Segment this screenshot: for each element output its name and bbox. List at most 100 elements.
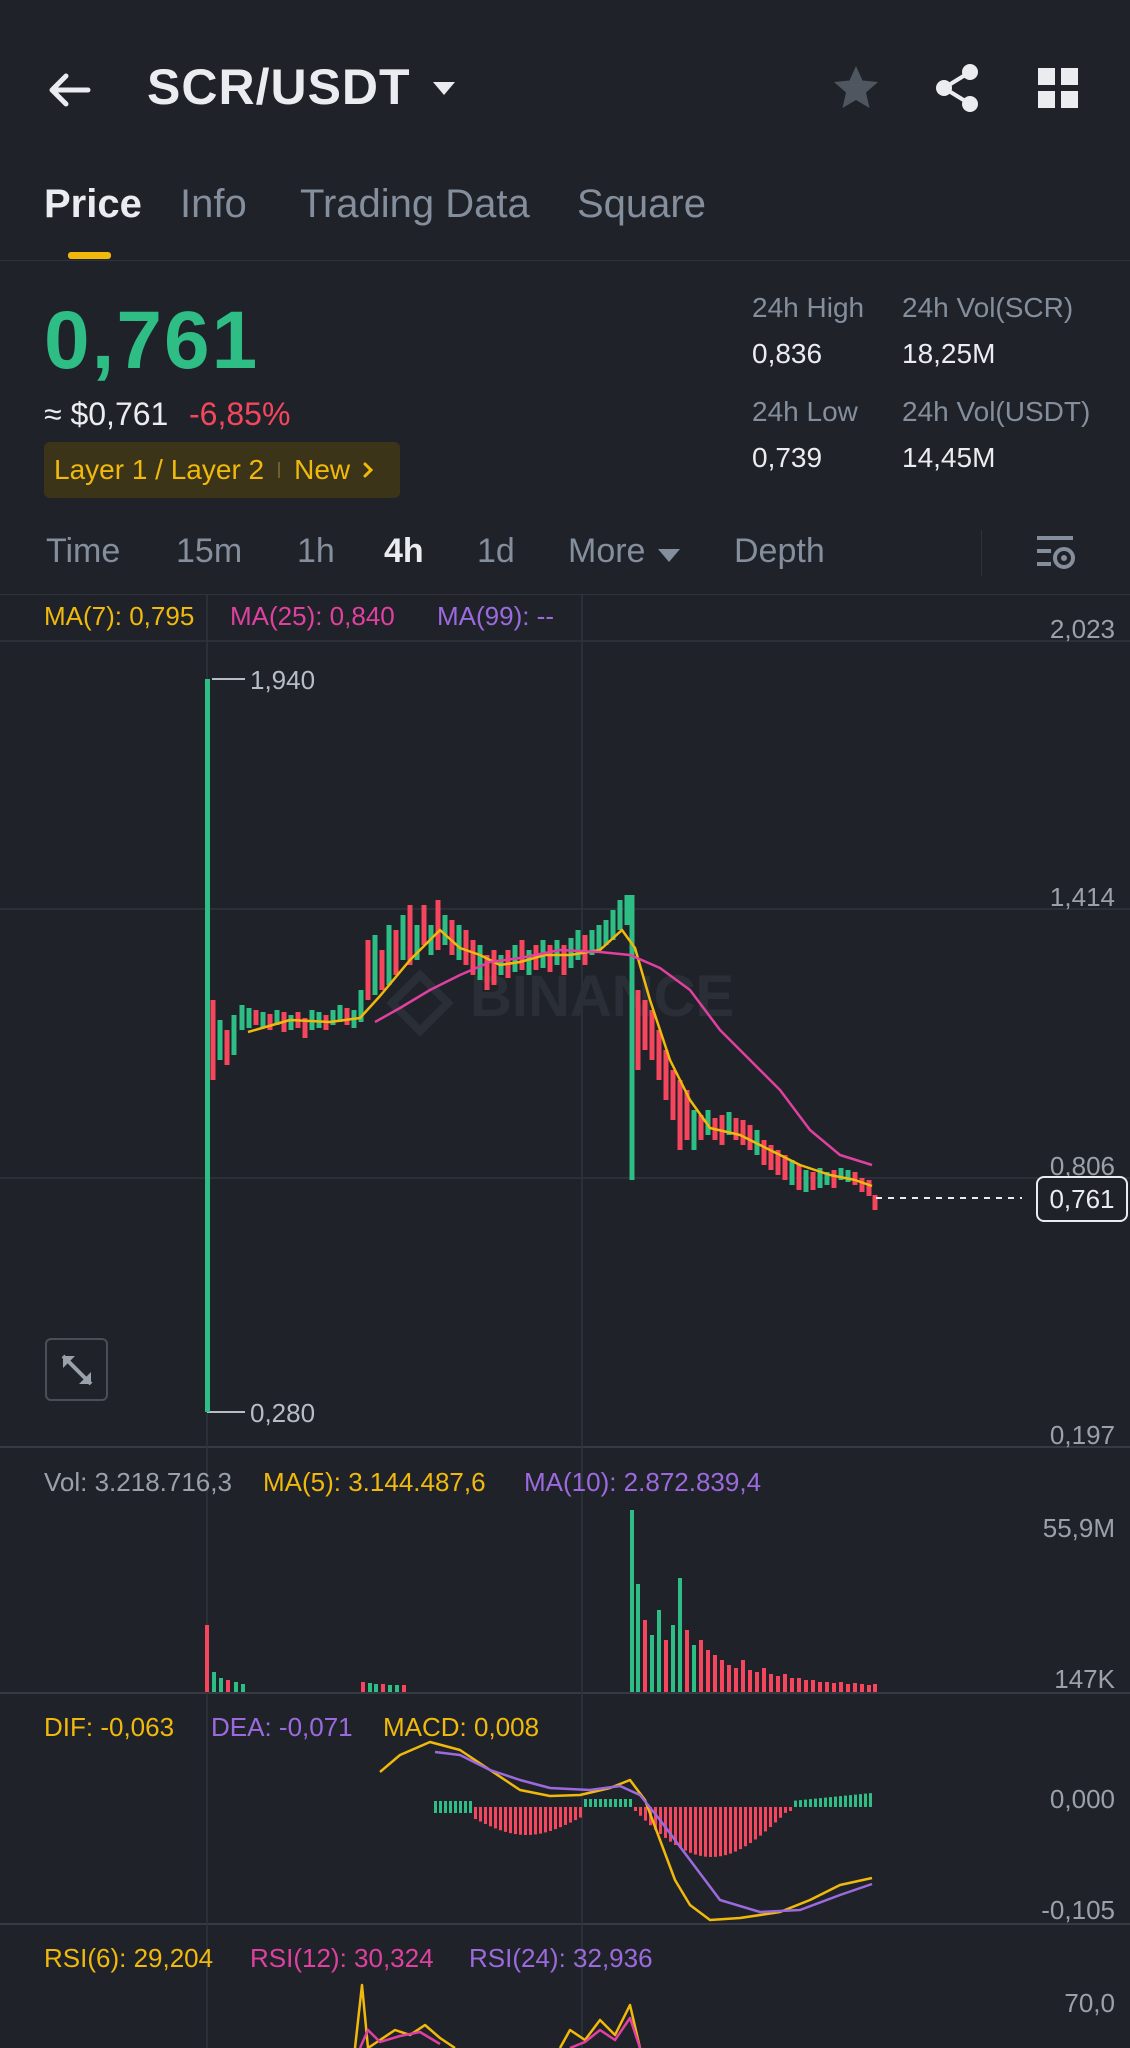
category-tag[interactable]: Layer 1 / Layer 2 New <box>44 442 401 498</box>
macd-bar <box>629 1799 632 1807</box>
ma7-legend: MA(7): 0,795 <box>44 601 195 631</box>
macd-bar <box>759 1807 762 1836</box>
macd-bar <box>514 1807 517 1835</box>
macd-bar <box>504 1807 507 1832</box>
interval-more[interactable]: More <box>568 532 645 571</box>
expand-icon <box>61 1354 92 1385</box>
macd-bar <box>834 1796 837 1807</box>
macd-bar <box>749 1807 752 1844</box>
grid-icon[interactable] <box>1034 64 1082 112</box>
star-icon[interactable] <box>830 62 882 114</box>
volume-bar <box>671 1625 675 1692</box>
macd-bar <box>539 1807 542 1834</box>
tab-price[interactable]: Price <box>44 182 142 227</box>
macd-axis-tick: 0,000 <box>1049 1784 1115 1814</box>
macd-bar <box>479 1807 482 1822</box>
expand-chart-button[interactable] <box>45 1338 108 1401</box>
macd-bar <box>754 1807 757 1840</box>
candle <box>393 930 399 975</box>
rsi6-legend: RSI(6): 29,204 <box>44 1943 214 1973</box>
volume-bar <box>643 1620 647 1692</box>
volume-bar <box>212 1672 216 1692</box>
volume-bar <box>783 1674 787 1692</box>
rsi12-line <box>569 2016 642 2048</box>
macd-bar <box>719 1807 722 1857</box>
interval-1h[interactable]: 1h <box>297 532 335 571</box>
candle <box>491 950 497 985</box>
macd-bar <box>484 1807 487 1825</box>
macd-bar <box>849 1795 852 1807</box>
interval-depth[interactable]: Depth <box>734 532 825 571</box>
pair-title[interactable]: SCR/USDT <box>147 58 411 116</box>
volume-bar <box>650 1635 654 1692</box>
macd-bar <box>814 1798 817 1807</box>
volume-bar <box>755 1672 759 1692</box>
interval-15m[interactable]: 15m <box>176 532 242 571</box>
rsi24-legend: RSI(24): 32,936 <box>469 1943 653 1973</box>
macd-value-legend: MACD: 0,008 <box>383 1712 540 1742</box>
macd-bar <box>604 1799 607 1807</box>
volume-axis-tick: 55,9M <box>1042 1513 1115 1543</box>
divider <box>981 530 982 576</box>
macd-dea-legend: DEA: -0,071 <box>211 1712 353 1742</box>
candle <box>477 945 483 980</box>
macd-bar <box>844 1795 847 1807</box>
candle <box>656 1030 662 1080</box>
share-icon[interactable] <box>932 62 984 114</box>
volume-bar <box>241 1684 245 1692</box>
low-value: 0,739 <box>752 442 823 473</box>
macd-bar <box>694 1807 697 1855</box>
tab-square[interactable]: Square <box>577 182 706 227</box>
candle <box>217 1020 223 1060</box>
chevron-right-icon <box>363 462 374 478</box>
vol-quote-label: 24h Vol(USDT) <box>902 396 1091 427</box>
volume-bar <box>804 1680 808 1692</box>
candle <box>733 1118 739 1140</box>
caret-down-icon[interactable] <box>429 74 459 104</box>
volume-bar <box>734 1668 738 1692</box>
volume-bar <box>769 1674 773 1692</box>
macd-bar <box>839 1796 842 1807</box>
volume-bar <box>818 1682 822 1692</box>
macd-bar <box>459 1801 462 1813</box>
candle <box>649 1010 655 1060</box>
candle <box>435 900 441 950</box>
rsi12-legend: RSI(12): 30,324 <box>250 1943 434 1973</box>
candle <box>267 1014 273 1030</box>
macd-bar <box>544 1807 547 1833</box>
tab-info[interactable]: Info <box>180 182 247 227</box>
macd-bar <box>449 1801 452 1813</box>
candle <box>526 950 532 975</box>
candle <box>231 1015 237 1055</box>
interval-time[interactable]: Time <box>46 532 120 571</box>
volume-bar <box>748 1670 752 1692</box>
price-change-percent: -6,85% <box>189 396 291 432</box>
watermark-logo <box>386 969 454 1037</box>
macd-bar <box>594 1799 597 1807</box>
macd-bar <box>774 1807 777 1823</box>
ma99-legend: MA(99): -- <box>437 601 554 631</box>
macd-bar <box>499 1807 502 1831</box>
candle <box>747 1125 753 1150</box>
candlestick-chart[interactable]: BINANCE <box>0 595 1130 2048</box>
interval-4h[interactable]: 4h <box>384 532 424 571</box>
caret-down-icon[interactable] <box>656 546 682 566</box>
candle <box>642 1000 648 1050</box>
candle <box>456 925 462 960</box>
macd-bar <box>769 1807 772 1828</box>
volume-bar <box>713 1655 717 1692</box>
interval-1d[interactable]: 1d <box>477 532 515 571</box>
tab-trading-data[interactable]: Trading Data <box>300 182 530 227</box>
candle <box>372 935 378 995</box>
candle <box>810 1172 816 1190</box>
candle <box>554 940 560 965</box>
candle <box>677 1080 683 1150</box>
macd-bar <box>734 1807 737 1852</box>
macd-bar <box>689 1807 692 1853</box>
candle <box>210 1000 216 1080</box>
volume-legend: Vol: 3.218.716,3 <box>44 1467 232 1497</box>
chart-settings-icon[interactable] <box>1034 530 1078 574</box>
candle <box>449 920 455 955</box>
back-arrow-icon[interactable] <box>40 60 100 120</box>
volume-bar <box>727 1665 731 1692</box>
